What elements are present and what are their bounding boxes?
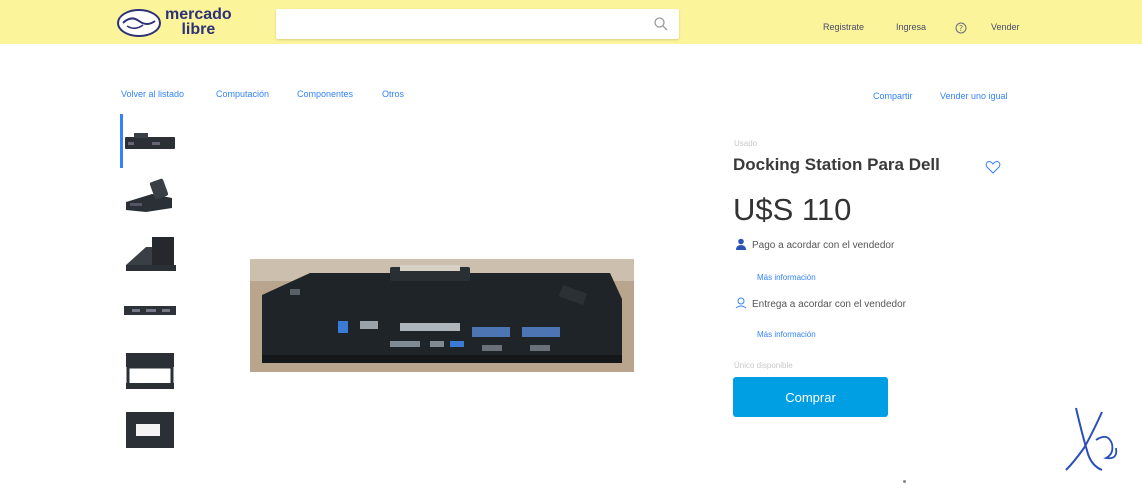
search-box (276, 9, 679, 39)
user-icon (736, 238, 746, 250)
main-product-image[interactable] (250, 259, 634, 372)
speck (903, 480, 906, 483)
share-link[interactable]: Compartir (873, 91, 913, 101)
buy-button[interactable]: Comprar (733, 377, 888, 417)
delivery-more-info-link[interactable]: Más información (757, 330, 816, 339)
sell-same-link[interactable]: Vender uno igual (940, 91, 1008, 101)
thumbnail-6[interactable] (122, 406, 178, 452)
heart-icon[interactable] (985, 160, 1001, 174)
back-to-listing-link[interactable]: Volver al listado (121, 89, 184, 99)
handwritten-signature (1065, 407, 1118, 471)
help-icon[interactable]: ? (955, 22, 967, 34)
login-link[interactable]: Ingresa (896, 22, 926, 32)
product-title: Docking Station Para Dell (733, 155, 940, 174)
search-input[interactable] (276, 9, 636, 39)
thumbnail-1[interactable] (122, 118, 178, 164)
thumbnail-5[interactable] (122, 347, 178, 393)
mercadolibre-logo[interactable]: mercado libre (117, 6, 257, 40)
stock-label: Único disponible (734, 361, 793, 370)
delivery-info-text: Entrega a acordar con el vendedor (752, 299, 906, 310)
logo-line-1: mercado (165, 6, 232, 23)
breadcrumb-item-componentes[interactable]: Componentes (297, 89, 353, 99)
register-link[interactable]: Registrate (823, 22, 864, 32)
handshake-logo-icon (117, 9, 161, 37)
svg-text:?: ? (959, 24, 963, 33)
payment-more-info-link[interactable]: Más información (757, 273, 816, 282)
logo-text: mercado libre (165, 6, 232, 38)
thumbnail-4[interactable] (122, 286, 178, 332)
condition-label: Usado (734, 139, 758, 148)
sell-link[interactable]: Vender (991, 22, 1020, 32)
breadcrumb-item-computacion[interactable]: Computación (216, 89, 269, 99)
search-icon[interactable] (653, 16, 669, 32)
pin-icon (735, 297, 747, 309)
payment-info-text: Pago a acordar con el vendedor (752, 240, 895, 251)
logo-line-2: libre (181, 21, 216, 38)
top-header: mercado libre Registrate Ingresa ? Vende… (0, 0, 1142, 44)
thumbnail-3[interactable] (122, 229, 178, 275)
breadcrumb-item-otros[interactable]: Otros (382, 89, 404, 99)
thumbnail-2[interactable] (122, 172, 178, 218)
product-price: U$S 110 (733, 192, 852, 227)
